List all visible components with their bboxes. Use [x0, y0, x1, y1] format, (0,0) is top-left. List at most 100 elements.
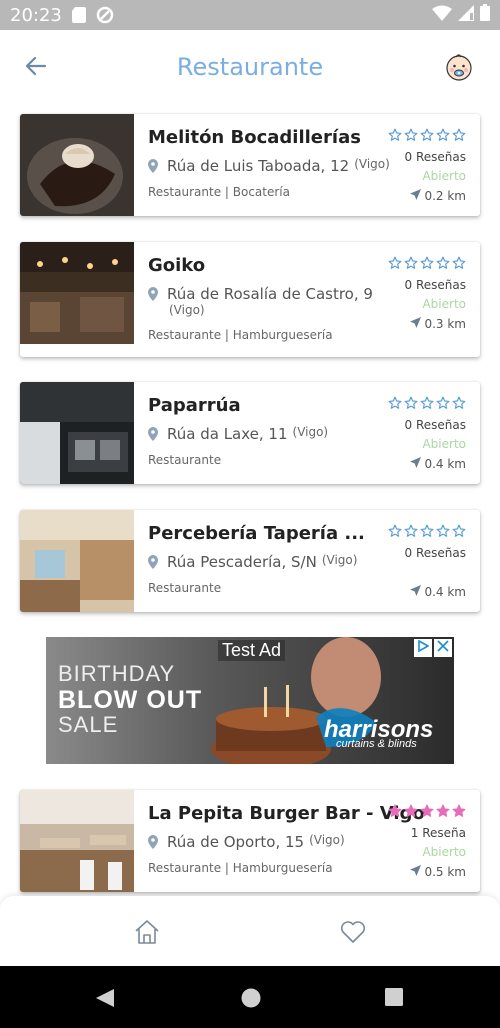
profile-button[interactable] [444, 52, 474, 82]
star-empty-icon [388, 128, 402, 141]
recents-square-icon [384, 988, 404, 1011]
wifi-icon [432, 5, 452, 26]
navigation-arrow-icon [410, 585, 422, 599]
status-time: 20:23 [10, 4, 62, 26]
restaurant-photo [20, 510, 134, 612]
star-empty-icon [436, 128, 450, 141]
star-empty-icon [388, 396, 402, 409]
signal-icon [458, 4, 474, 26]
distance: 0.4 km [410, 585, 466, 599]
star-filled-icon [404, 804, 418, 817]
restaurant-photo [20, 790, 134, 892]
arrow-left-icon [24, 54, 48, 83]
address-city: (Vigo) [169, 303, 205, 317]
star-filled-icon [388, 804, 402, 817]
star-empty-icon [452, 524, 466, 537]
baby-face-icon [444, 54, 474, 86]
open-status: Abierto [422, 169, 466, 183]
battery-icon [480, 4, 490, 26]
restaurant-name: Melitón Bocadillerías [148, 127, 361, 148]
system-navigation-bar [0, 966, 500, 1028]
navigation-arrow-icon [410, 189, 422, 203]
star-filled-icon [452, 804, 466, 817]
distance-value: 0.5 km [424, 865, 466, 879]
rating-stars [388, 524, 466, 538]
location-pin-icon [148, 555, 158, 573]
restaurant-name: La Pepita Burger Bar - Vigo [148, 803, 425, 824]
page-title: Restaurante [176, 53, 324, 81]
restaurant-category: Restaurante | Hamburguesería [148, 328, 333, 342]
restaurant-card[interactable]: La Pepita Burger Bar - Vigo Rúa de Oport… [20, 790, 480, 892]
navigation-arrow-icon [410, 457, 422, 471]
close-icon [437, 639, 449, 657]
restaurant-card[interactable]: Paparrúa Rúa da Laxe, 11 (Vigo) Restaura… [20, 382, 480, 484]
location-pin-icon [148, 287, 158, 317]
star-filled-icon [436, 804, 450, 817]
distance-value: 0.4 km [424, 457, 466, 471]
address-street: Rúa de Oporto, 15 [167, 833, 305, 851]
restaurant-card[interactable]: Percebería Tapería ... Rúa Pescadería, S… [20, 510, 480, 612]
restaurant-address: Rúa de Oporto, 15 (Vigo) [148, 833, 345, 853]
data-saver-icon [96, 6, 114, 24]
app-header: Restaurante [0, 30, 500, 104]
rating-stars [388, 128, 466, 142]
tab-favorites[interactable] [339, 918, 367, 946]
star-empty-icon [388, 524, 402, 537]
distance: 0.3 km [410, 317, 466, 331]
restaurant-category: Restaurante | Bocatería [148, 185, 290, 199]
restaurant-card[interactable]: Melitón Bocadillerías Rúa de Luis Taboad… [20, 114, 480, 216]
distance-value: 0.3 km [424, 317, 466, 331]
star-empty-icon [436, 524, 450, 537]
adchoices-button[interactable] [414, 639, 432, 657]
ad-label: Test Ad [218, 640, 286, 661]
restaurant-category: Restaurante | Hamburguesería [148, 861, 333, 875]
star-empty-icon [420, 128, 434, 141]
restaurant-category: Restaurante [148, 581, 222, 595]
heart-icon [339, 921, 367, 950]
distance-value: 0.4 km [424, 585, 466, 599]
open-status: Abierto [422, 297, 466, 311]
star-empty-icon [388, 256, 402, 269]
distance-value: 0.2 km [424, 189, 466, 203]
restaurant-category: Restaurante [148, 453, 222, 467]
restaurant-address: Rúa de Rosalía de Castro, 9 (Vigo) [148, 285, 373, 317]
restaurant-address: Rúa de Luis Taboada, 12 (Vigo) [148, 157, 390, 177]
restaurant-photo [20, 114, 134, 216]
back-triangle-icon [94, 989, 116, 1013]
open-status: Abierto [422, 437, 466, 451]
review-count: 0 Reseñas [404, 546, 466, 560]
ad-banner[interactable]: Test Ad BIRTHDAY BLOW OUT SALE harrisons… [46, 637, 454, 764]
address-street: Rúa de Rosalía de Castro, 9 [167, 285, 373, 303]
review-count: 0 Reseñas [404, 150, 466, 164]
back-button[interactable] [22, 54, 50, 82]
address-city: (Vigo) [354, 157, 390, 171]
restaurant-photo [20, 242, 134, 344]
restaurant-photo [20, 382, 134, 484]
system-home-button[interactable] [240, 987, 262, 1014]
star-empty-icon [404, 396, 418, 409]
review-count: 0 Reseñas [404, 278, 466, 292]
restaurant-address: Rúa Pescadería, S/N (Vigo) [148, 553, 357, 573]
address-street: Rúa Pescadería, S/N [167, 553, 317, 571]
review-count: 1 Reseña [410, 826, 466, 840]
star-empty-icon [404, 128, 418, 141]
address-city: (Vigo) [292, 425, 329, 439]
star-empty-icon [452, 128, 466, 141]
ad-brand-subtitle: curtains & blinds [336, 738, 417, 750]
open-status: Abierto [422, 845, 466, 859]
adchoices-icon [417, 639, 430, 657]
review-count: 0 Reseñas [404, 418, 466, 432]
star-empty-icon [404, 524, 418, 537]
ad-text-line-3: SALE [58, 712, 119, 737]
star-empty-icon [436, 396, 450, 409]
bottom-tab-bar [0, 896, 500, 966]
system-back-button[interactable] [94, 987, 116, 1014]
restaurant-card[interactable]: Goiko Rúa de Rosalía de Castro, 9 (Vigo)… [20, 242, 480, 357]
sd-card-icon [71, 7, 86, 23]
ad-close-button[interactable] [434, 639, 452, 657]
rating-stars [388, 256, 466, 270]
system-recents-button[interactable] [384, 987, 404, 1012]
distance: 0.5 km [410, 865, 466, 879]
restaurant-address: Rúa da Laxe, 11 (Vigo) [148, 425, 328, 445]
tab-home[interactable] [133, 918, 161, 946]
